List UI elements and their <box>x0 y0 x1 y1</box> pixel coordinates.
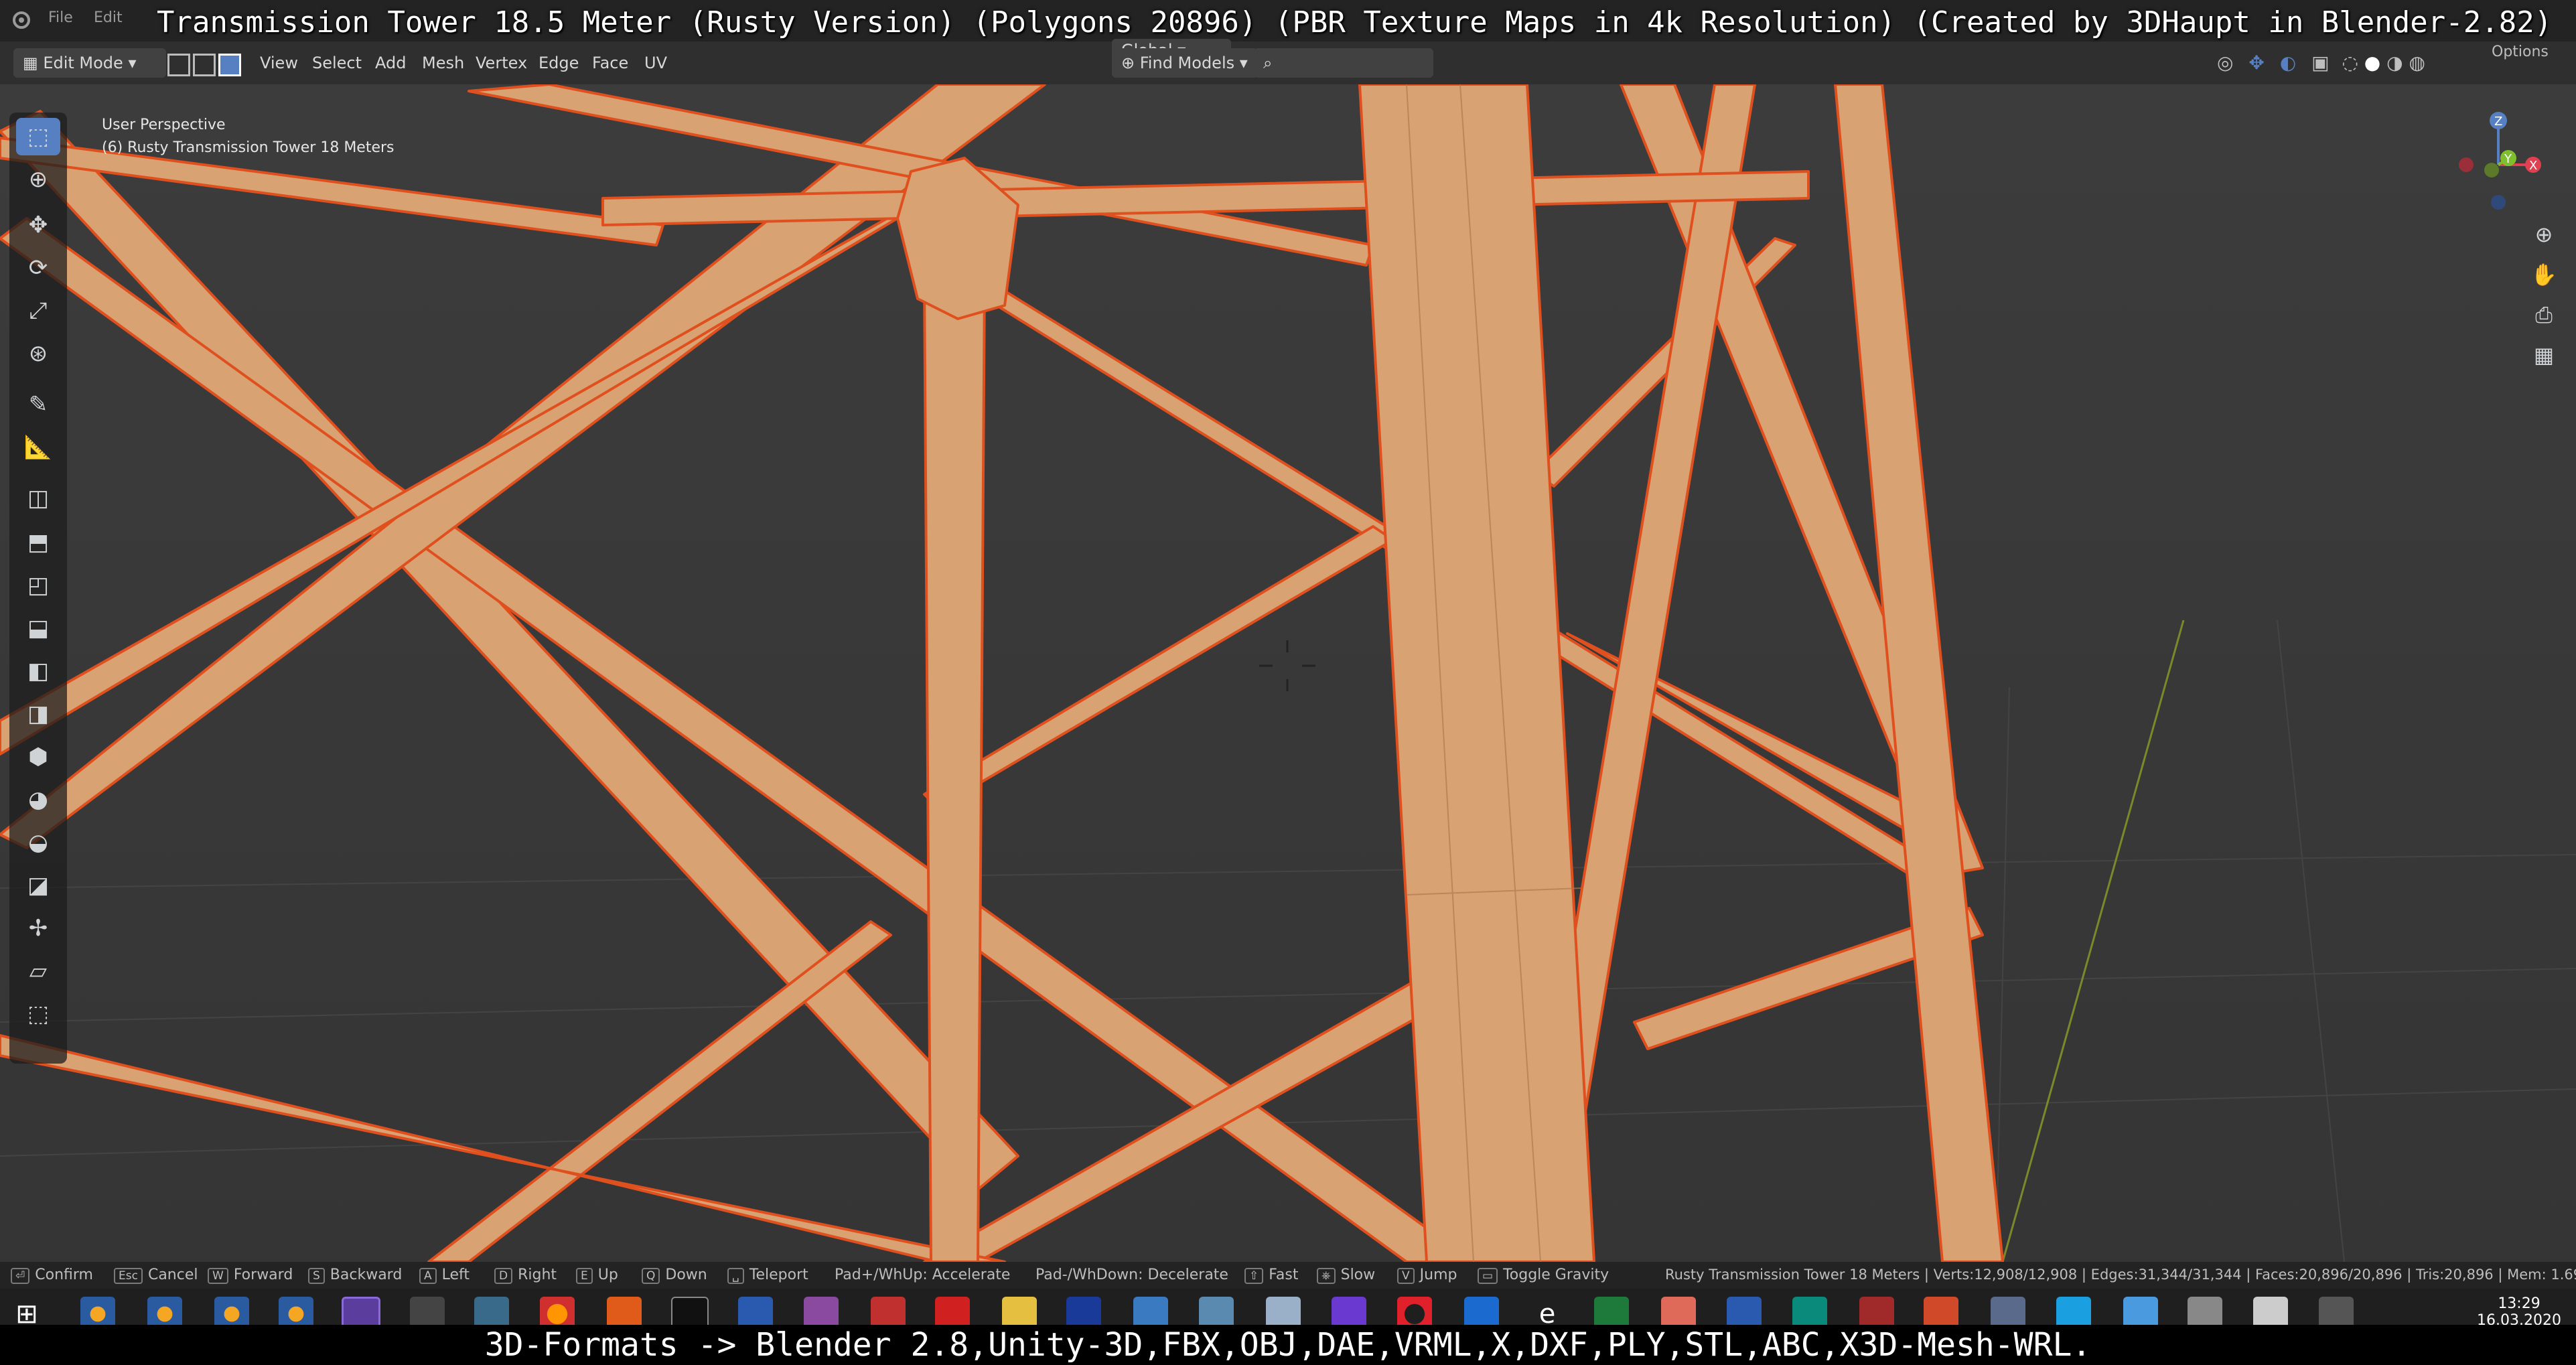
mode-label: Edit Mode <box>43 54 123 72</box>
status-accelerate: Pad+/WhUp: Accelerate <box>835 1267 1011 1283</box>
annotate-tool-icon[interactable]: ✎ <box>16 386 60 423</box>
select-box-tool-icon[interactable]: ⬚ <box>16 118 60 155</box>
view-name-label: User Perspective <box>102 117 226 133</box>
overlay-icon[interactable]: ◐ <box>2280 52 2296 74</box>
vertex-select-icon[interactable] <box>167 54 190 76</box>
status-up: E Up <box>576 1267 618 1284</box>
status-confirm: ⏎ Confirm <box>11 1267 93 1284</box>
menu-edge[interactable]: Edge <box>539 48 579 78</box>
spin-tool-icon[interactable]: ◕ <box>16 781 60 818</box>
rotate-tool-icon[interactable]: ⟳ <box>16 249 60 287</box>
menu-vertex[interactable]: Vertex <box>476 48 527 78</box>
mode-icon: ▦ <box>23 54 44 72</box>
globe-icon: ⊕ <box>1121 54 1140 72</box>
wireframe-shading-icon[interactable]: ◌ <box>2342 52 2358 74</box>
status-jump: V Jump <box>1397 1267 1457 1284</box>
cursor-tool-icon[interactable]: ⊕ <box>16 161 60 198</box>
gizmo-icon[interactable]: ✥ <box>2248 52 2264 74</box>
poly-build-tool-icon[interactable]: ⬢ <box>16 738 60 776</box>
status-slow: ⎈ Slow <box>1317 1267 1375 1284</box>
rip-tool-icon[interactable]: ⬚ <box>16 995 60 1033</box>
chevron-down-icon: ▾ <box>1234 54 1248 72</box>
bevel-tool-icon[interactable]: ⬓ <box>16 609 60 647</box>
status-toggle-gravity: ▭ Toggle Gravity <box>1478 1267 1609 1284</box>
menu-edit[interactable]: Edit <box>94 9 123 26</box>
menu-uv[interactable]: UV <box>644 48 667 78</box>
transform-tool-icon[interactable]: ⊛ <box>16 335 60 372</box>
rendered-shading-icon[interactable]: ◍ <box>2409 52 2425 74</box>
find-models-dropdown[interactable]: ⊕ Find Models ▾ <box>1112 48 1258 78</box>
status-decelerate: Pad-/WhDown: Decelerate <box>1035 1267 1228 1283</box>
xray-icon[interactable]: ▣ <box>2311 52 2329 74</box>
tower-mesh-render <box>0 84 2576 1262</box>
edge-select-icon[interactable] <box>193 54 216 76</box>
scale-tool-icon[interactable]: ⤢ <box>16 292 60 330</box>
menu-file[interactable]: File <box>48 9 73 26</box>
video-title-caption: Transmission Tower 18.5 Meter (Rusty Ver… <box>157 5 2553 40</box>
viewport-header: ▦ Edit Mode ▾ View Select Add Mesh Verte… <box>0 39 2576 84</box>
perspective-toggle-icon[interactable]: ▦ <box>2525 336 2563 374</box>
blender-logo-icon[interactable] <box>9 8 32 31</box>
menu-face[interactable]: Face <box>592 48 628 78</box>
visibility-icon[interactable]: ◎ <box>2217 52 2233 74</box>
status-backward: S Backward <box>308 1267 402 1284</box>
formats-caption: 3D-Formats -> Blender 2.8,Unity-3D,FBX,O… <box>0 1325 2576 1365</box>
status-forward: W Forward <box>208 1267 293 1284</box>
navigation-gizmo[interactable]: Z Y X <box>2451 111 2565 232</box>
status-fast: ⇧ Fast <box>1244 1267 1298 1284</box>
chevron-down-icon: ▾ <box>123 54 137 72</box>
search-icon: ⌕ <box>1263 54 1273 72</box>
smooth-tool-icon[interactable]: ◒ <box>16 824 60 861</box>
viewport-shading-controls: ◎ ✥ ◐ ▣ ◌ ● ◑ ◍ <box>2217 48 2472 78</box>
material-shading-icon[interactable]: ◑ <box>2386 52 2403 74</box>
gizmo-z-label: Z <box>2494 115 2502 129</box>
status-left: A Left <box>419 1267 470 1284</box>
add-cube-tool-icon[interactable]: ◫ <box>16 480 60 517</box>
3d-viewport[interactable]: User Perspective (6) Rusty Transmission … <box>0 84 2576 1262</box>
loop-cut-tool-icon[interactable]: ◧ <box>16 652 60 690</box>
status-bar: ⏎ Confirm Esc Cancel W Forward S Backward AL… <box>0 1262 2576 1289</box>
knife-tool-icon[interactable]: ◨ <box>16 695 60 733</box>
options-button[interactable]: Options <box>2492 38 2549 67</box>
pan-hand-icon[interactable]: ✋ <box>2525 256 2563 293</box>
shrink-fatten-tool-icon[interactable]: ✢ <box>16 910 60 947</box>
active-object-label: (6) Rusty Transmission Tower 18 Meters <box>102 139 395 156</box>
search-input[interactable]: ⌕ <box>1254 48 1433 78</box>
menu-add[interactable]: Add <box>375 48 406 78</box>
move-tool-icon[interactable]: ✥ <box>16 206 60 244</box>
post-center <box>923 277 986 1262</box>
scene-statistics: Rusty Transmission Tower 18 Meters | Ver… <box>1665 1267 2576 1283</box>
find-models-label: Find Models <box>1139 54 1235 72</box>
status-teleport: ␣ Teleport <box>727 1267 808 1284</box>
menu-view[interactable]: View <box>260 48 298 78</box>
measure-tool-icon[interactable]: 📐 <box>16 429 60 466</box>
extrude-tool-icon[interactable]: ⬒ <box>16 524 60 561</box>
toolbar-panel: ⬚ ⊕ ✥ ⟳ ⤢ ⊛ ✎ 📐 ◫ ⬒ ◰ ⬓ ◧ ◨ ⬢ ◕ ◒ ◪ ✢ ▱ … <box>9 113 67 1064</box>
shear-tool-icon[interactable]: ▱ <box>16 952 60 990</box>
edge-slide-tool-icon[interactable]: ◪ <box>16 867 60 904</box>
face-select-icon[interactable] <box>218 54 241 76</box>
status-cancel: Esc Cancel <box>114 1267 198 1284</box>
solid-shading-icon[interactable]: ● <box>2364 52 2380 74</box>
status-down: Q Down <box>642 1267 707 1284</box>
system-clock[interactable]: 13:29 16.03.2020 <box>2477 1295 2561 1329</box>
camera-view-icon[interactable]: ⎙ <box>2525 296 2563 334</box>
gizmo-x-label: X <box>2529 159 2537 173</box>
clock-time: 13:29 <box>2498 1295 2541 1312</box>
select-mode-toggles[interactable] <box>167 48 248 78</box>
zoom-icon[interactable]: ⊕ <box>2525 216 2563 253</box>
menu-select[interactable]: Select <box>312 48 362 78</box>
status-right: D Right <box>494 1267 557 1284</box>
gizmo-y-label: Y <box>2504 152 2512 166</box>
mode-selector[interactable]: ▦ Edit Mode ▾ <box>13 48 166 78</box>
menu-mesh[interactable]: Mesh <box>422 48 464 78</box>
inset-tool-icon[interactable]: ◰ <box>16 567 60 604</box>
